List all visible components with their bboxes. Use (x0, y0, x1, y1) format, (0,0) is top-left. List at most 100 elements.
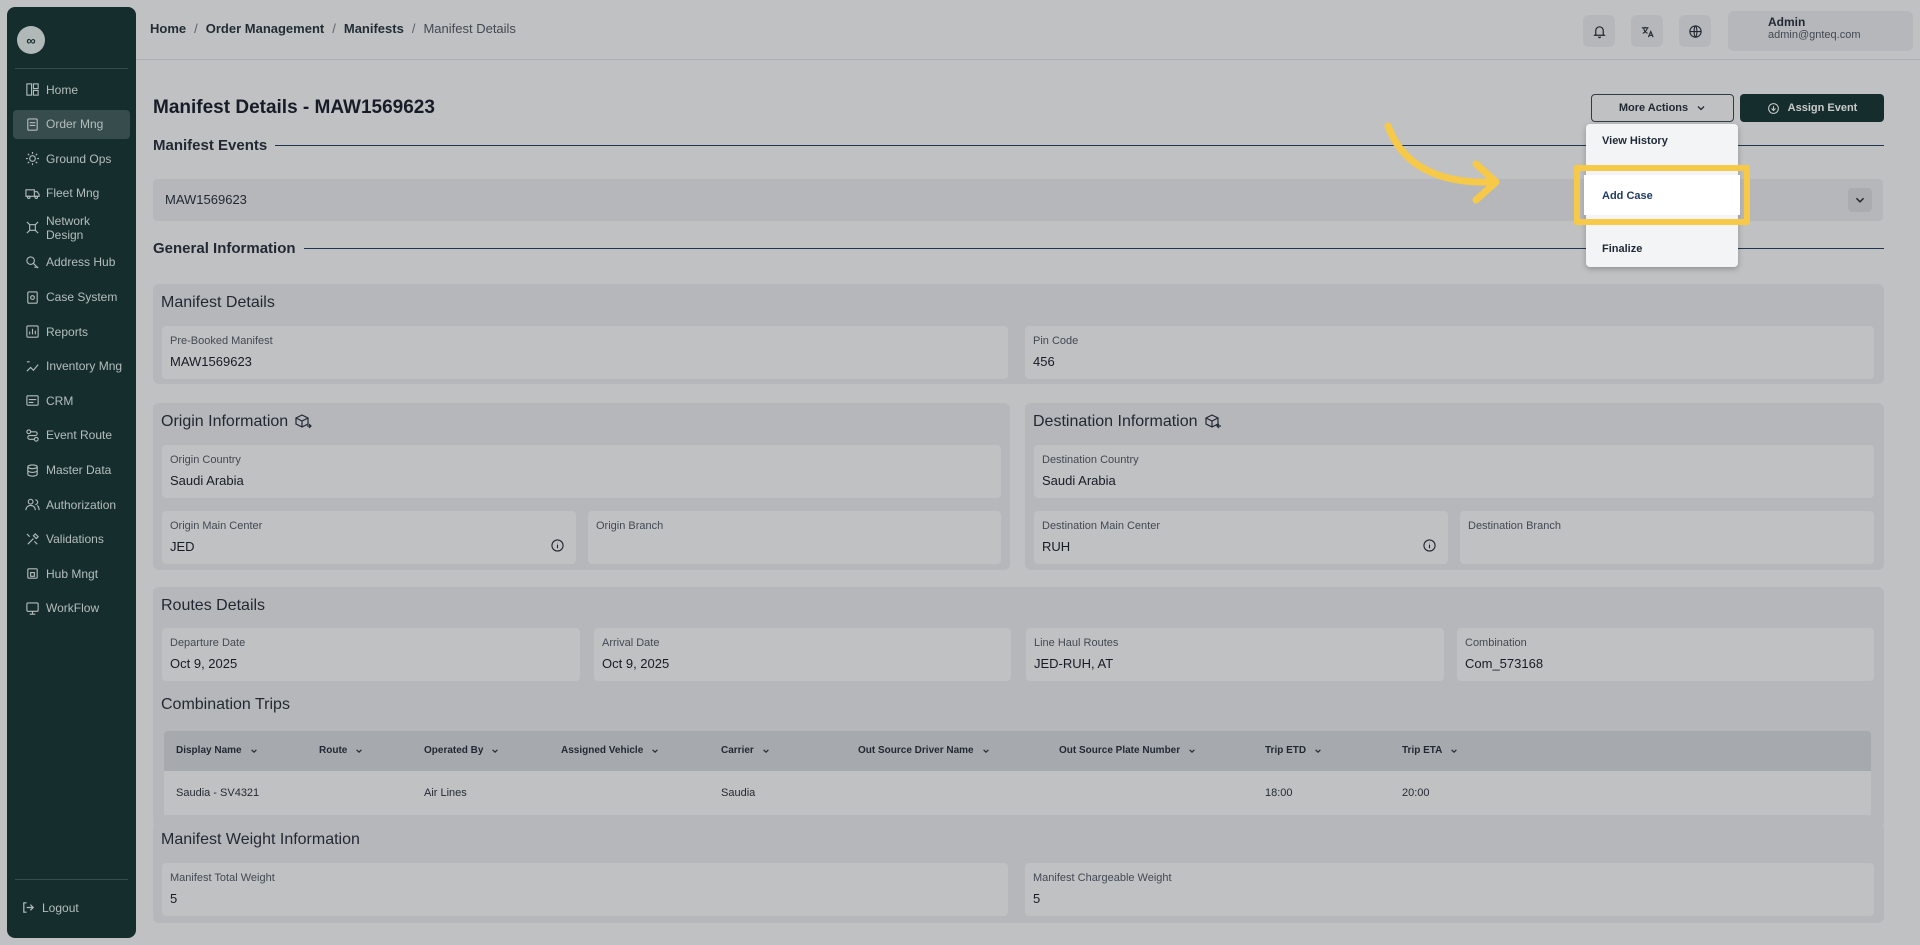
column-header-assigned-vehicle[interactable]: Assigned Vehicle (561, 745, 659, 756)
workflow-icon (26, 602, 39, 615)
column-header-route[interactable]: Route (319, 745, 363, 756)
hub-icon (27, 568, 38, 580)
field-label: Pre-Booked Manifest (170, 335, 273, 347)
origin-title-text: Origin Information (161, 413, 289, 430)
field-label: Line Haul Routes (1034, 637, 1119, 649)
field-value: Com_573168 (1465, 656, 1544, 671)
field-value: 5 (1033, 891, 1041, 906)
logout-label: Logout (42, 900, 79, 915)
origin-branch-field: Origin Branch (588, 511, 1001, 564)
table-cell: Saudia - SV4321 (176, 787, 260, 799)
chevron-down-icon (1855, 197, 1865, 203)
info-icon[interactable] (551, 539, 564, 552)
bell-icon (1592, 25, 1606, 38)
sidebar-item-network-design[interactable]: Network Design (13, 213, 130, 242)
tools-icon (26, 532, 39, 545)
column-header-display-name[interactable]: Display Name (176, 745, 258, 756)
chevron-down-icon (763, 748, 769, 753)
field-value: 5 (170, 891, 178, 906)
breadcrumb-separator: / (411, 21, 416, 36)
notifications-button[interactable] (1583, 15, 1615, 47)
chevron-down-icon (492, 748, 499, 753)
field-value: JED-RUH, AT (1034, 656, 1114, 671)
sidebar-item-case-system[interactable]: Case System (13, 283, 130, 312)
chevron-down-icon (356, 748, 363, 753)
arrival-date-field: Arrival Date Oct 9, 2025 (594, 628, 1011, 681)
translate-button[interactable] (1631, 15, 1663, 47)
pointer-arrow-icon (1384, 122, 1500, 204)
ground-ops-icon (25, 152, 40, 166)
sidebar-item-inventory-mng[interactable]: Inventory Mng (13, 352, 130, 381)
pre-booked-manifest-field: Pre-Booked Manifest MAW1569623 (162, 326, 1008, 379)
app-logo[interactable]: ∞ (17, 26, 45, 54)
reports-icon (26, 325, 39, 338)
column-header-out-source-driver-name[interactable]: Out Source Driver Name (858, 745, 990, 756)
table-cell: 18:00 (1265, 787, 1293, 799)
breadcrumb-manifests[interactable]: Manifests (344, 21, 404, 36)
chargeable-weight-field: Manifest Chargeable Weight 5 (1025, 863, 1874, 916)
sidebar-item-authorization[interactable]: Authorization (13, 490, 130, 519)
table-cell: 20:00 (1402, 787, 1430, 799)
column-header-trip-etd[interactable]: Trip ETD (1265, 745, 1322, 756)
home-icon (26, 83, 39, 96)
package-out-icon (295, 414, 313, 429)
user-profile[interactable]: Admin admin@gnteq.com (1728, 11, 1913, 51)
field-label: Departure Date (170, 637, 246, 649)
database-icon (27, 463, 38, 477)
more-actions-button[interactable]: More Actions (1591, 94, 1734, 122)
case-icon (27, 290, 38, 304)
truck-icon (25, 188, 40, 199)
accordion-toggle[interactable] (1848, 188, 1872, 212)
field-value: MAW1569623 (170, 354, 252, 369)
more-actions-label: More Actions (1618, 102, 1689, 114)
sidebar-item-master-data[interactable]: Master Data (13, 456, 130, 485)
sidebar-item-order-mng[interactable]: Order Mng (13, 109, 130, 139)
sidebar-item-home[interactable]: Home (13, 75, 130, 104)
chevron-down-icon (982, 748, 989, 753)
sidebar-item-reports[interactable]: Reports (13, 317, 130, 346)
chevron-down-icon (250, 748, 257, 753)
field-value: 456 (1033, 354, 1055, 369)
column-label: Assigned Vehicle (561, 745, 644, 756)
menu-item-finalize[interactable]: Finalize (1602, 243, 1642, 255)
sidebar-item-label: Ground Ops (46, 151, 112, 166)
column-label: Carrier (721, 745, 754, 756)
column-header-out-source-plate-number[interactable]: Out Source Plate Number (1059, 745, 1196, 756)
sidebar-item-ground-ops[interactable]: Ground Ops (13, 144, 130, 173)
menu-item-add-case[interactable]: Add Case (1602, 190, 1653, 202)
sidebar-item-fleet-mng[interactable]: Fleet Mng (13, 179, 130, 208)
breadcrumb-order-management[interactable]: Order Management (206, 21, 324, 36)
menu-item-view-history[interactable]: View History (1602, 135, 1668, 147)
sidebar-item-workflow[interactable]: WorkFlow (13, 594, 130, 623)
field-label: Manifest Chargeable Weight (1033, 872, 1172, 884)
column-header-carrier[interactable]: Carrier (721, 745, 770, 756)
page-title: Manifest Details - MAW1569623 (153, 97, 435, 118)
column-header-trip-eta[interactable]: Trip ETA (1402, 745, 1458, 756)
logout-button[interactable]: Logout (21, 900, 79, 915)
table-cell: Saudia (721, 787, 756, 799)
sidebar-item-validations[interactable]: Validations (13, 525, 130, 554)
info-icon[interactable] (1423, 539, 1436, 552)
sidebar: ∞ Home Order Mng Ground Ops Fleet Mng Networ… (7, 7, 136, 938)
field-value: Oct 9, 2025 (602, 656, 670, 671)
origin-information-title: Origin Information (161, 413, 313, 431)
user-name: Admin (1768, 15, 1806, 29)
sidebar-item-label: Authorization (46, 497, 117, 512)
sidebar-item-address-hub[interactable]: Address Hub (13, 248, 130, 277)
general-information-title: General Information (153, 240, 296, 257)
assign-event-button[interactable]: Assign Event (1740, 94, 1884, 122)
table-row[interactable]: Saudia - SV4321 Air Lines Saudia 18:00 20:00 (164, 771, 1871, 815)
users-icon (25, 498, 40, 511)
package-in-icon (1204, 414, 1221, 429)
sidebar-item-event-route[interactable]: Event Route (13, 421, 130, 450)
topbar: Home / Order Management / Manifests / Ma… (136, 0, 1920, 60)
field-value: JED (170, 539, 195, 554)
total-weight-field: Manifest Total Weight 5 (162, 863, 1008, 916)
breadcrumb-separator: / (194, 21, 198, 36)
sidebar-item-hub-mngt[interactable]: Hub Mngt (13, 559, 130, 588)
user-email: admin@gnteq.com (1768, 29, 1861, 41)
breadcrumb-home[interactable]: Home (150, 21, 186, 36)
sidebar-item-crm[interactable]: CRM (13, 386, 130, 415)
column-header-operated-by[interactable]: Operated By (424, 745, 499, 756)
language-button[interactable] (1679, 15, 1711, 47)
